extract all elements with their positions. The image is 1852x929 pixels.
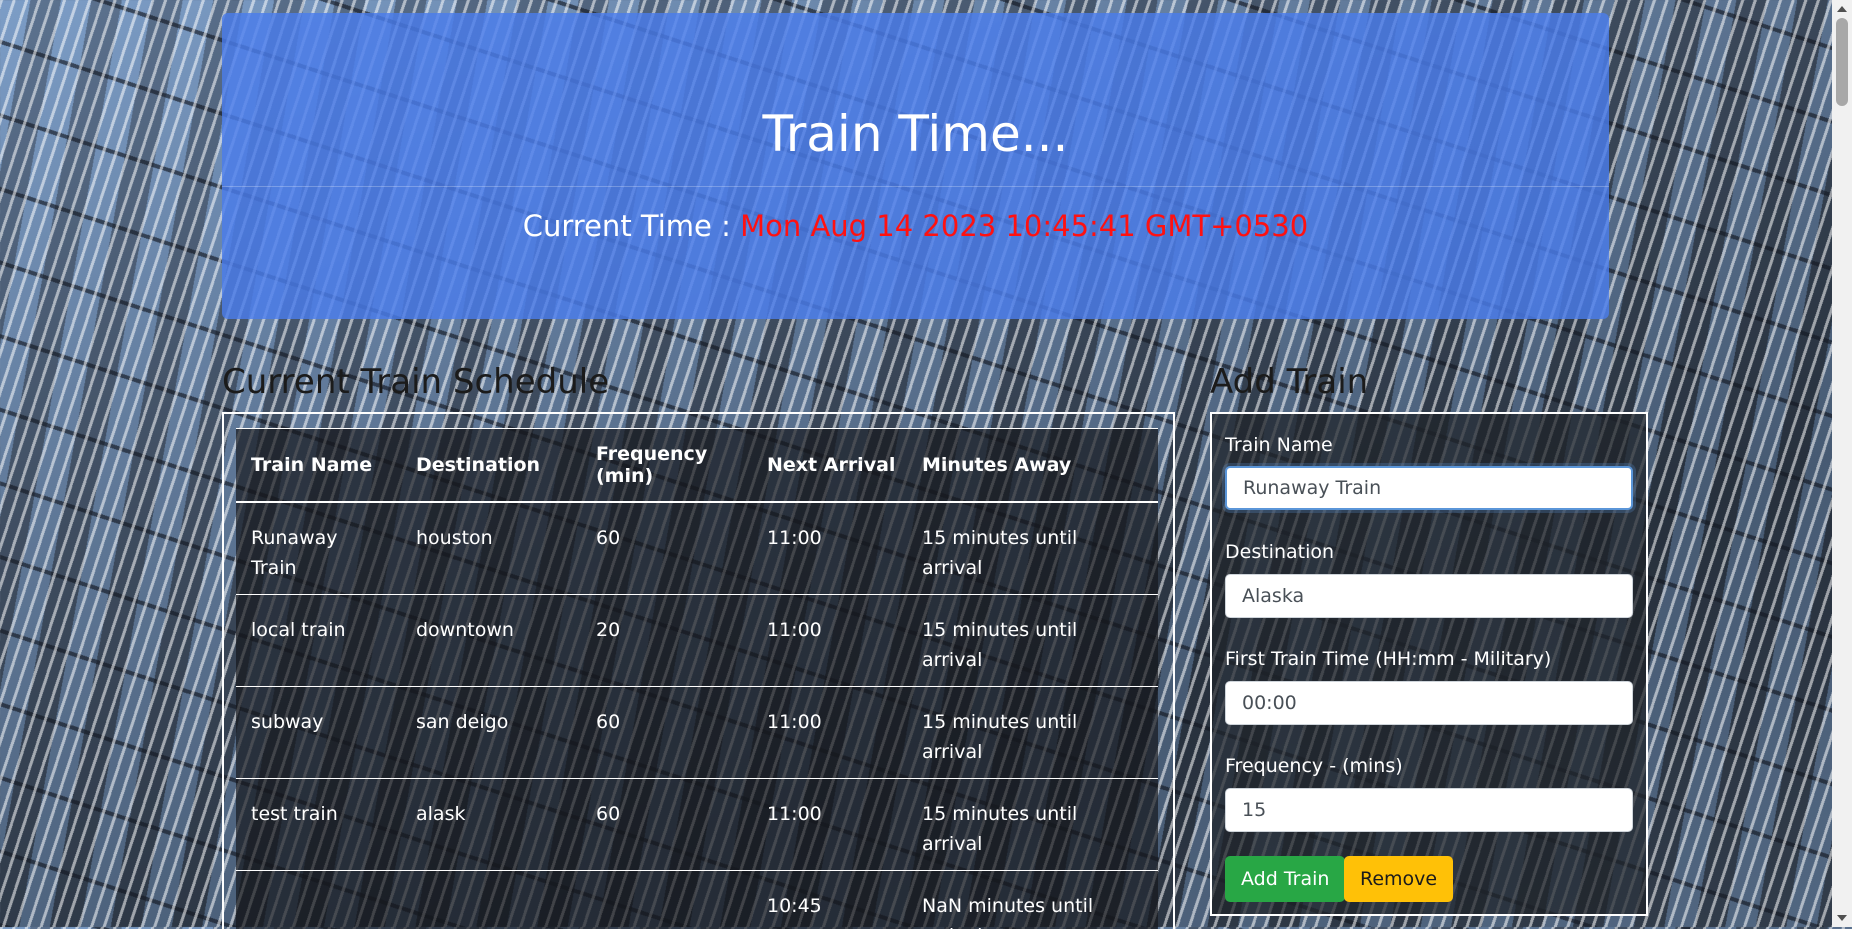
cell-minutes-away: 15 minutes until arrival [907,687,1158,779]
first-train-time-label: First Train Time (HH:mm - Military) [1225,648,1551,670]
cell-next-arrival: 10:45 [752,871,907,929]
scroll-down-arrow-icon[interactable] [1837,915,1847,921]
schedule-panel: Train Name Destination Frequency (min) N… [222,412,1175,929]
cell-train-name: Runaway Train [236,502,401,595]
page: Train Time... Current Time : Mon Aug 14 … [0,0,1852,927]
cell-destination: alask [401,779,581,871]
vertical-scrollbar[interactable] [1832,0,1852,927]
cell-train-name: test train [236,779,401,871]
train-name-label: Train Name [1225,434,1333,456]
remove-button[interactable]: Remove [1344,856,1453,902]
first-train-time-input[interactable] [1225,681,1633,725]
table-header-row: Train Name Destination Frequency (min) N… [236,429,1158,503]
schedule-title: Current Train Schedule [222,362,609,402]
header-jumbotron: Train Time... Current Time : Mon Aug 14 … [222,13,1609,319]
cell-train-name: subway [236,687,401,779]
cell-train-name: local train [236,595,401,687]
destination-label: Destination [1225,541,1334,563]
cell-minutes-away: 15 minutes until arrival [907,779,1158,871]
add-train-button[interactable]: Add Train [1225,856,1345,902]
destination-input[interactable] [1225,574,1633,618]
cell-next-arrival: 11:00 [752,687,907,779]
table-row: subway san deigo 60 11:00 15 minutes unt… [236,687,1158,779]
column-header-destination: Destination [401,429,581,503]
cell-frequency: 60 [581,502,752,595]
cell-destination [401,871,581,929]
cell-train-name [236,871,401,929]
cell-minutes-away: 15 minutes until arrival [907,502,1158,595]
current-time: Current Time : Mon Aug 14 2023 10:45:41 … [222,209,1609,243]
column-header-frequency: Frequency (min) [581,429,752,503]
train-name-input[interactable] [1225,466,1633,510]
table-row: local train downtown 20 11:00 15 minutes… [236,595,1158,687]
frequency-input[interactable] [1225,788,1633,832]
column-header-minutes-away: Minutes Away [907,429,1158,503]
scroll-up-arrow-icon[interactable] [1837,6,1847,12]
header-divider [222,186,1609,187]
table-row: 10:45 NaN minutes until arrival [236,871,1158,929]
cell-next-arrival: 11:00 [752,502,907,595]
scrollbar-thumb[interactable] [1836,18,1848,106]
cell-frequency: 60 [581,687,752,779]
cell-destination: downtown [401,595,581,687]
column-header-train-name: Train Name [236,429,401,503]
add-train-form: Train Name Destination First Train Time … [1210,412,1648,916]
current-time-value: Mon Aug 14 2023 10:45:41 GMT+0530 [740,209,1308,243]
cell-frequency [581,871,752,929]
cell-frequency: 60 [581,779,752,871]
cell-minutes-away: 15 minutes until arrival [907,595,1158,687]
cell-minutes-away: NaN minutes until arrival [907,871,1158,929]
column-header-next-arrival: Next Arrival [752,429,907,503]
cell-destination: san deigo [401,687,581,779]
page-title: Train Time... [222,105,1609,163]
cell-next-arrival: 11:00 [752,595,907,687]
add-train-title: Add Train [1210,362,1368,402]
current-time-label: Current Time : [523,209,740,243]
cell-next-arrival: 11:00 [752,779,907,871]
cell-frequency: 20 [581,595,752,687]
frequency-label: Frequency - (mins) [1225,755,1403,777]
table-row: Runaway Train houston 60 11:00 15 minute… [236,502,1158,595]
cell-destination: houston [401,502,581,595]
table-row: test train alask 60 11:00 15 minutes unt… [236,779,1158,871]
schedule-table: Train Name Destination Frequency (min) N… [236,428,1158,929]
